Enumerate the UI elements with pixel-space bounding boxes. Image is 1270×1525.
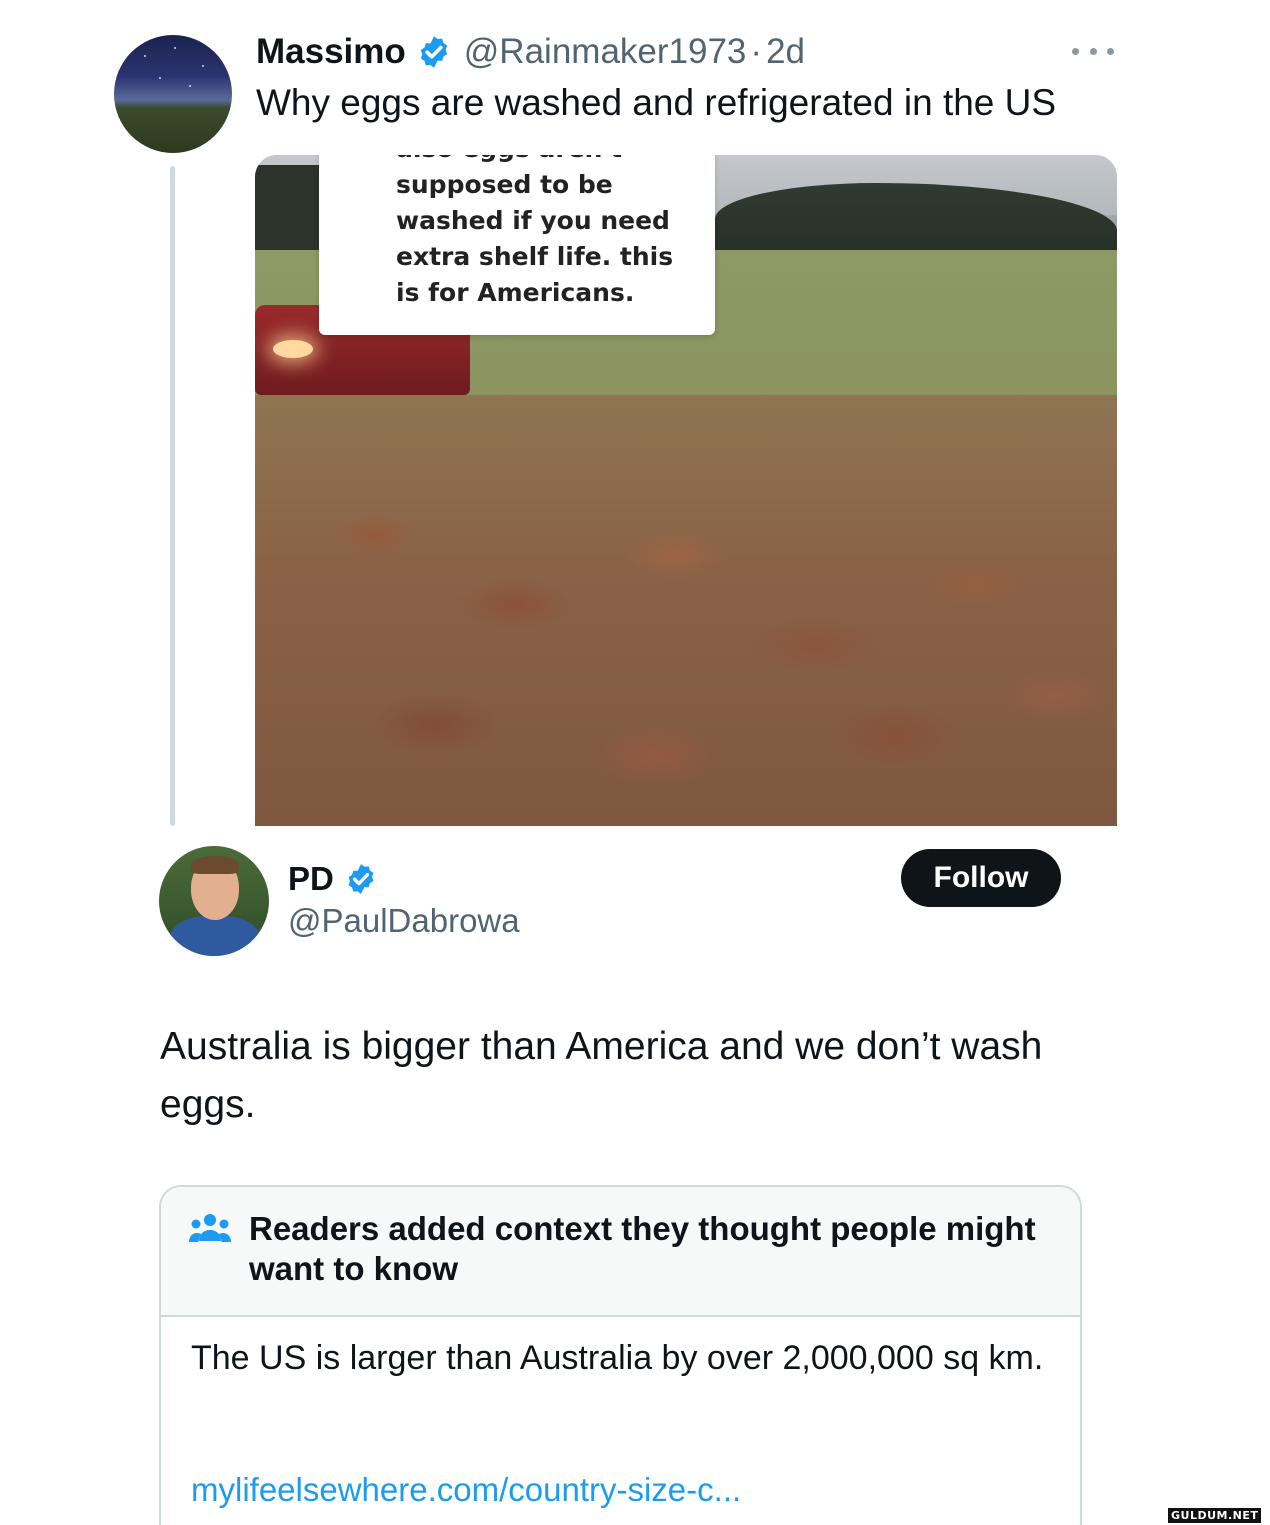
avatar-pd[interactable] xyxy=(159,846,269,956)
readers-icon xyxy=(189,1214,231,1242)
caption-line: supposed to be xyxy=(396,170,613,199)
tweet-header: Massimo @Rainmaker1973 · 2d xyxy=(256,28,805,76)
more-options-icon[interactable] xyxy=(1072,44,1114,58)
community-note-title: Readers added context they thought peopl… xyxy=(249,1210,1036,1287)
timestamp[interactable]: 2d xyxy=(766,32,805,72)
separator-dot: · xyxy=(750,32,763,71)
tweet-text: Why eggs are washed and refrigerated in … xyxy=(256,82,1057,123)
author-name[interactable]: Massimo xyxy=(256,32,406,72)
community-note: Readers added context they thought peopl… xyxy=(159,1185,1082,1525)
media-car-headlight xyxy=(273,340,313,358)
caption-line: washed if you need xyxy=(396,206,670,235)
community-note-header: Readers added context they thought peopl… xyxy=(161,1187,1080,1317)
media-chicken-flock xyxy=(255,395,1117,826)
watermark: GULDUM.NET xyxy=(1168,1508,1262,1523)
follow-button[interactable]: Follow xyxy=(901,849,1061,907)
community-note-source-link[interactable]: mylifeelsewhere.com/country-size-c... xyxy=(191,1471,741,1509)
author-handle[interactable]: @Rainmaker1973 xyxy=(464,32,747,72)
verified-badge-icon xyxy=(420,36,447,68)
tweet-video-media[interactable]: also eggs aren't supposed to be washed i… xyxy=(255,155,1117,826)
author-name[interactable]: PD xyxy=(288,860,334,898)
reply-text: Australia is bigger than America and we … xyxy=(160,1025,1043,1126)
caption-line: is for Americans. xyxy=(396,278,635,307)
avatar-massimo[interactable] xyxy=(114,35,232,153)
reply-header: PD xyxy=(288,856,378,902)
caption-line: extra shelf life. this xyxy=(396,242,674,271)
author-handle[interactable]: @PaulDabrowa xyxy=(288,902,520,940)
thread-line xyxy=(170,166,175,826)
verified-badge-icon xyxy=(348,864,374,894)
caption-line: also eggs aren't xyxy=(396,155,697,167)
community-note-body: The US is larger than Australia by over … xyxy=(191,1339,1044,1377)
media-caption-box: also eggs aren't supposed to be washed i… xyxy=(319,155,715,335)
